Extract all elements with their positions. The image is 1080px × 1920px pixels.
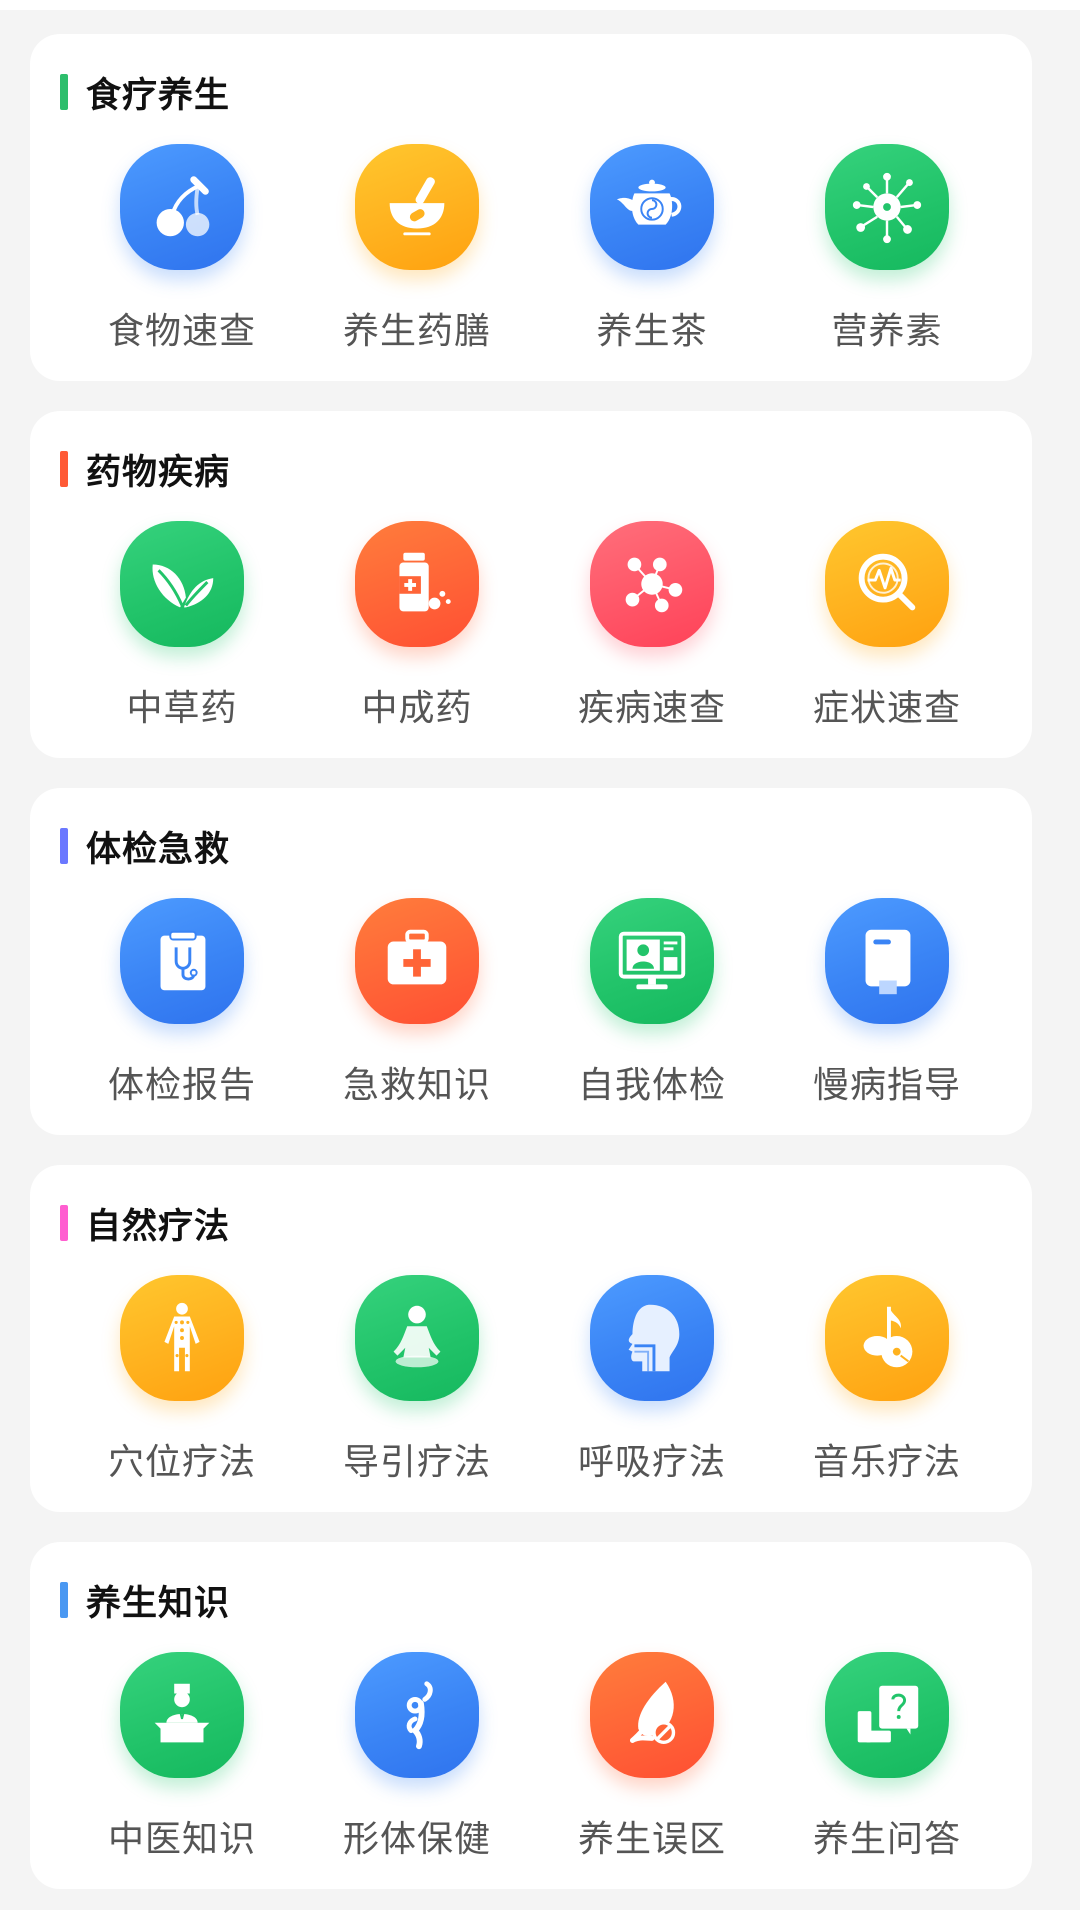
feature-item[interactable]: 食物速查 xyxy=(82,144,282,354)
feature-label: 养生误区 xyxy=(577,1819,726,1860)
section-title: 体检急救 xyxy=(86,829,231,870)
feature-label: 症状速查 xyxy=(812,688,961,729)
feature-item[interactable]: 急救知识 xyxy=(317,898,517,1108)
feature-grid: 中医知识 形体保健 养生误区 养生问答 xyxy=(30,1652,1032,1882)
feature-item[interactable]: 养生茶 xyxy=(552,144,752,354)
feature-label: 呼吸疗法 xyxy=(577,1442,726,1483)
feature-label: 中医知识 xyxy=(107,1819,256,1860)
feature-grid: 体检报告 急救知识 自我体检 慢病指导 xyxy=(30,898,1032,1128)
feature-label: 自我体检 xyxy=(577,1065,726,1106)
first-aid-kit-icon xyxy=(355,898,479,1024)
section-header: 食疗养生 xyxy=(60,72,230,116)
feature-label: 慢病指导 xyxy=(812,1065,961,1106)
feature-label: 疾病速查 xyxy=(577,688,726,729)
medicine-bottle-icon xyxy=(355,521,479,647)
section-header: 药物疾病 xyxy=(60,449,230,493)
leaves-icon xyxy=(120,521,244,647)
pulse-search-icon xyxy=(825,521,949,647)
feature-grid: 穴位疗法 导引疗法 呼吸疗法 音乐疗法 xyxy=(30,1275,1032,1505)
category-card: 自然疗法穴位疗法 导引疗法 呼吸疗法 音乐疗法 xyxy=(30,1165,1032,1512)
feature-label: 导引疗法 xyxy=(342,1442,491,1483)
feature-item[interactable]: 养生药膳 xyxy=(317,144,517,354)
book-icon xyxy=(825,898,949,1024)
mortar-bowl-icon xyxy=(355,144,479,270)
section-title: 养生知识 xyxy=(86,1583,231,1624)
network-icon xyxy=(590,521,714,647)
section-title: 自然疗法 xyxy=(86,1206,231,1247)
section-header: 养生知识 xyxy=(60,1580,230,1624)
section-title: 药物疾病 xyxy=(86,452,231,493)
section-header: 体检急救 xyxy=(60,826,230,870)
teapot-icon xyxy=(590,144,714,270)
status-area xyxy=(0,0,1080,10)
monitor-user-icon xyxy=(590,898,714,1024)
clipboard-stethoscope-icon xyxy=(120,898,244,1024)
feature-item[interactable]: 中草药 xyxy=(82,521,282,731)
feature-item[interactable]: 症状速查 xyxy=(787,521,987,731)
category-card: 药物疾病中草药 中成药 疾病速查 症状速查 xyxy=(30,411,1032,758)
dancer-icon xyxy=(355,1652,479,1778)
molecule-icon xyxy=(825,144,949,270)
feature-label: 中成药 xyxy=(361,688,473,729)
feature-label: 急救知识 xyxy=(342,1065,491,1106)
feature-label: 穴位疗法 xyxy=(107,1442,256,1483)
feature-label: 形体保健 xyxy=(342,1819,491,1860)
feature-item[interactable]: 形体保健 xyxy=(317,1652,517,1862)
section-accent-bar xyxy=(60,1582,68,1618)
section-accent-bar xyxy=(60,828,68,864)
question-chat-icon xyxy=(825,1652,949,1778)
category-card: 食疗养生食物速查 养生药膳 养生茶 营养素 xyxy=(30,34,1032,381)
feature-label: 体检报告 xyxy=(107,1065,256,1106)
feature-item[interactable]: 体检报告 xyxy=(82,898,282,1108)
section-header: 自然疗法 xyxy=(60,1203,230,1247)
feature-item[interactable]: 穴位疗法 xyxy=(82,1275,282,1485)
cherry-icon xyxy=(120,144,244,270)
acupoint-body-icon xyxy=(120,1275,244,1401)
feature-label: 营养素 xyxy=(831,311,943,352)
feature-label: 养生药膳 xyxy=(342,311,491,352)
bottom-area xyxy=(0,1910,1080,1920)
section-accent-bar xyxy=(60,451,68,487)
feature-grid: 食物速查 养生药膳 养生茶 营养素 xyxy=(30,144,1032,374)
feature-grid: 中草药 中成药 疾病速查 症状速查 xyxy=(30,521,1032,751)
feature-item[interactable]: 营养素 xyxy=(787,144,987,354)
section-title: 食疗养生 xyxy=(86,75,231,116)
feature-item[interactable]: 音乐疗法 xyxy=(787,1275,987,1485)
feature-item[interactable]: 自我体检 xyxy=(552,898,752,1108)
feature-item[interactable]: 养生误区 xyxy=(552,1652,752,1862)
feature-label: 养生问答 xyxy=(812,1819,961,1860)
feature-item[interactable]: 中医知识 xyxy=(82,1652,282,1862)
feature-label: 中草药 xyxy=(126,688,238,729)
section-accent-bar xyxy=(60,1205,68,1241)
doctor-podium-icon xyxy=(120,1652,244,1778)
meditation-icon xyxy=(355,1275,479,1401)
feature-label: 食物速查 xyxy=(107,311,256,352)
feature-item[interactable]: 慢病指导 xyxy=(787,898,987,1108)
category-card: 体检急救体检报告 急救知识 自我体检 慢病指导 xyxy=(30,788,1032,1135)
feature-item[interactable]: 呼吸疗法 xyxy=(552,1275,752,1485)
music-disc-icon xyxy=(825,1275,949,1401)
section-accent-bar xyxy=(60,74,68,110)
leaf-forbidden-icon xyxy=(590,1652,714,1778)
head-airway-icon xyxy=(590,1275,714,1401)
feature-item[interactable]: 养生问答 xyxy=(787,1652,987,1862)
feature-label: 音乐疗法 xyxy=(812,1442,961,1483)
feature-item[interactable]: 中成药 xyxy=(317,521,517,731)
feature-item[interactable]: 导引疗法 xyxy=(317,1275,517,1485)
feature-item[interactable]: 疾病速查 xyxy=(552,521,752,731)
feature-label: 养生茶 xyxy=(596,311,708,352)
category-card: 养生知识中医知识 形体保健 养生误区 养生问答 xyxy=(30,1542,1032,1889)
